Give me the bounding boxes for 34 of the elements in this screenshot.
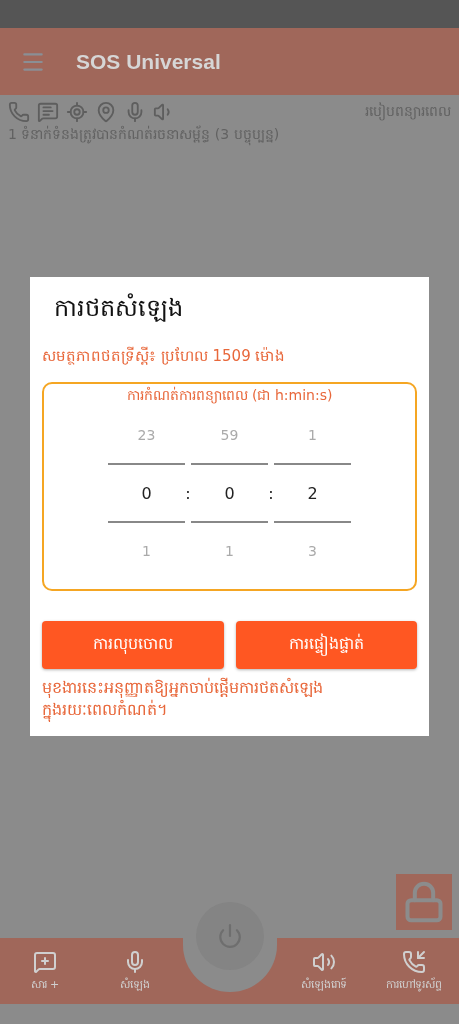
nav-label: សំឡេង <box>119 976 150 993</box>
phone-icon[interactable] <box>8 101 30 123</box>
dialog-note: មុខងារនេះអនុញ្ញាតឱ្យអ្នកចាប់ផ្តើមការថតសំឡេងក្នុងរយៈពេលកំណត់។ <box>42 677 324 722</box>
separator: : <box>185 483 191 503</box>
lock-icon <box>402 880 446 924</box>
nav-label: សារ + <box>30 976 60 993</box>
picker-label: ការកំណត់ការពន្យាពេល (ជា h:min:s) <box>126 386 333 406</box>
nav-label: សំឡេងរោទ៍ <box>301 976 348 993</box>
capacity-text: សមត្ថភាពថតទ្រីស្តី៖ ប្រហែល 1509 ម៉ោង <box>42 346 287 367</box>
app-title: SOS Universal <box>76 49 221 74</box>
nav-item[interactable]: សារ + <box>0 949 90 993</box>
dialog-title: ការថតសំឡេង <box>53 293 184 324</box>
lock-button[interactable] <box>396 874 452 930</box>
nav-label: ការហៅទូរស័ព្ទ <box>386 976 443 993</box>
picker-value[interactable]: 1 <box>225 531 234 571</box>
message-plus-icon <box>32 949 57 974</box>
incoming-call-icon <box>402 949 427 974</box>
nav-item[interactable]: ការហៅទូរស័ព្ទ <box>369 949 459 993</box>
picker-value[interactable]: 23 <box>137 415 156 455</box>
nav-item[interactable]: សំឡេងរោទ៍ <box>279 949 370 993</box>
picker-selected[interactable]: 2 <box>274 463 351 523</box>
picker-selected[interactable]: 0 <box>191 463 268 523</box>
picker-value[interactable]: 59 <box>220 415 239 455</box>
nav-item[interactable]: សំឡេង <box>89 949 180 993</box>
separator: : <box>268 483 274 503</box>
picker-selected[interactable]: 0 <box>108 463 185 523</box>
message-icon[interactable] <box>37 101 59 123</box>
map-pin-icon[interactable] <box>95 101 117 123</box>
confirm-button[interactable]: ការផ្ទៀងផ្ទាត់ <box>235 621 417 669</box>
cancel-button[interactable]: ការលុបចោល <box>42 621 224 669</box>
picker-value[interactable]: 3 <box>308 531 317 571</box>
picker-value[interactable]: 1 <box>142 531 151 571</box>
picker-value[interactable]: 1 <box>308 415 317 455</box>
location-icon[interactable] <box>66 101 88 123</box>
